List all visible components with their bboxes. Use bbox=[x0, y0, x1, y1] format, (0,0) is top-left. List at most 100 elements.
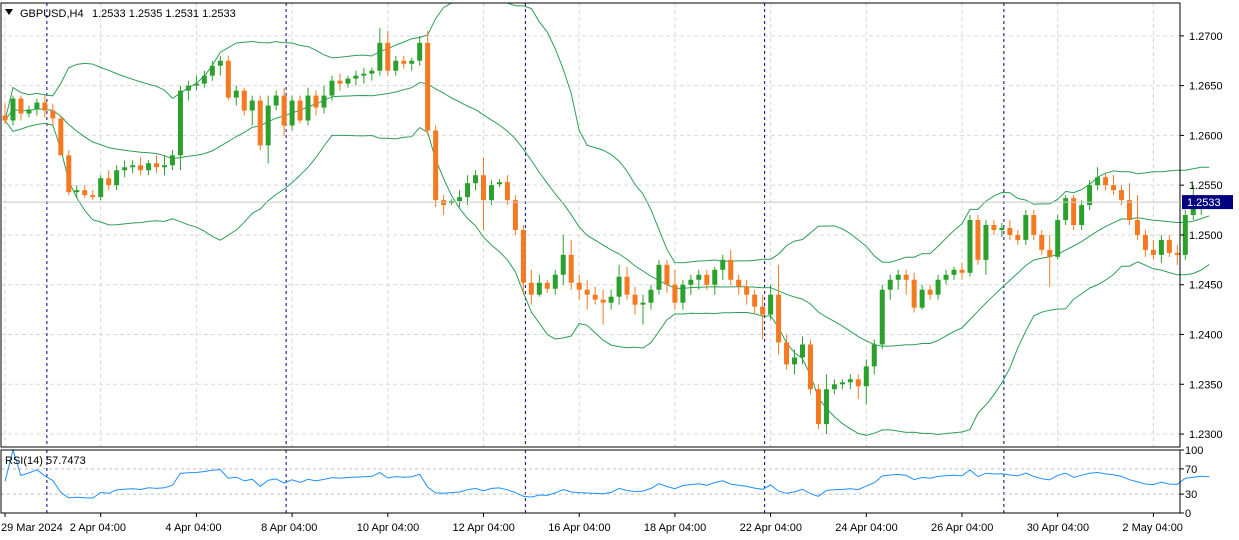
candle-body bbox=[696, 274, 702, 280]
candle-body bbox=[377, 42, 383, 71]
candle-body bbox=[34, 102, 40, 110]
candle-body bbox=[1095, 177, 1101, 186]
candle-body bbox=[975, 220, 981, 260]
candle-body bbox=[273, 95, 279, 106]
candle-body bbox=[584, 289, 590, 295]
y-tick-label: 1.2350 bbox=[1189, 379, 1223, 391]
candle-body bbox=[1119, 190, 1124, 201]
labels: GBPUSD,H4 1.2533 1.2535 1.2531 1.2533 RS… bbox=[5, 8, 236, 467]
candle-body bbox=[289, 100, 295, 126]
candle-body bbox=[26, 109, 32, 114]
candle-body bbox=[919, 289, 925, 308]
candle-body bbox=[1134, 220, 1140, 235]
candle-body bbox=[776, 294, 782, 343]
x-tick-label: 2 May 04:00 bbox=[1122, 522, 1183, 534]
candle-body bbox=[831, 384, 837, 390]
candle-body bbox=[720, 259, 726, 270]
candle-body bbox=[74, 190, 80, 193]
rsi-label: RSI(14) 57.7473 bbox=[5, 455, 86, 467]
x-tick-label: 24 Apr 04:00 bbox=[835, 522, 897, 534]
y-tick-label: 1.2400 bbox=[1189, 330, 1223, 342]
candle-body bbox=[433, 130, 439, 201]
candle-body bbox=[58, 118, 64, 156]
candle-body bbox=[82, 190, 88, 196]
candle-body bbox=[664, 264, 670, 285]
x-tick-label: 10 Apr 04:00 bbox=[357, 522, 419, 534]
candle-body bbox=[528, 282, 534, 295]
candle-body bbox=[138, 165, 144, 171]
rsi-panel bbox=[1, 448, 1210, 499]
candle-body bbox=[465, 183, 471, 198]
candle-body bbox=[329, 80, 335, 96]
candle-body bbox=[154, 163, 160, 168]
candle-body bbox=[999, 227, 1005, 230]
candle-body bbox=[50, 110, 56, 119]
candle-body bbox=[943, 274, 949, 280]
candle-body bbox=[321, 95, 327, 108]
candle-body bbox=[576, 282, 582, 290]
rsi-line bbox=[4, 448, 1210, 499]
candles bbox=[2, 27, 1212, 435]
x-tick-label: 16 Apr 04:00 bbox=[548, 522, 610, 534]
x-tick-label: 30 Apr 04:00 bbox=[1027, 522, 1089, 534]
candle-body bbox=[209, 65, 215, 76]
candle-body bbox=[792, 357, 798, 365]
y-tick-label: 1.2650 bbox=[1189, 81, 1223, 93]
candle-body bbox=[10, 98, 16, 121]
candle-body bbox=[656, 264, 662, 290]
candle-body bbox=[839, 382, 845, 385]
candle-body bbox=[879, 289, 885, 345]
rsi-y-tick-label: 70 bbox=[1185, 464, 1197, 476]
candle-body bbox=[592, 294, 598, 300]
candle-body bbox=[481, 175, 486, 201]
candle-body bbox=[496, 182, 502, 185]
candle-body bbox=[632, 294, 638, 305]
candle-body bbox=[401, 60, 407, 64]
x-tick-label: 8 Apr 04:00 bbox=[261, 522, 317, 534]
candle-body bbox=[114, 170, 120, 186]
candle-body bbox=[736, 279, 742, 287]
candle-body bbox=[568, 254, 574, 283]
candle-body bbox=[784, 342, 790, 365]
candle-body bbox=[249, 100, 255, 111]
candle-body bbox=[409, 60, 415, 64]
candle-body bbox=[361, 73, 367, 76]
candle-body bbox=[895, 274, 901, 280]
candle-body bbox=[1111, 185, 1117, 191]
candle-body bbox=[600, 299, 606, 303]
chart-menu-arrow-icon[interactable] bbox=[5, 9, 13, 15]
candle-body bbox=[1039, 234, 1045, 250]
candle-body bbox=[704, 274, 710, 285]
y-tick-label: 1.2600 bbox=[1189, 130, 1223, 142]
candle-body bbox=[185, 85, 191, 91]
candle-body bbox=[744, 286, 750, 295]
candle-body bbox=[90, 195, 96, 198]
current-price-label: 1.2533 bbox=[1187, 197, 1221, 209]
candle-body bbox=[98, 178, 104, 198]
candle-body bbox=[680, 284, 686, 303]
rsi-y-tick-label: 100 bbox=[1185, 445, 1203, 457]
candle-body bbox=[536, 282, 542, 295]
candle-body bbox=[42, 102, 48, 111]
price-chart[interactable]: 1.2700 1.2650 1.2600 1.2550 1.2500 1.2450 1.24… bbox=[0, 0, 1239, 540]
candle-body bbox=[1103, 177, 1109, 186]
candle-body bbox=[233, 90, 239, 98]
candle-body bbox=[162, 165, 167, 168]
candle-body bbox=[488, 185, 494, 201]
rsi-panel-frame bbox=[0, 449, 1181, 514]
candle-body bbox=[425, 42, 431, 131]
candle-body bbox=[385, 42, 391, 71]
x-tick-label: 29 Mar 2024 bbox=[1, 522, 63, 534]
x-tick-label: 26 Apr 04:00 bbox=[931, 522, 993, 534]
candle-body bbox=[1079, 205, 1085, 225]
candle-body bbox=[512, 200, 518, 230]
ohlc-header: 1.2533 1.2535 1.2531 1.2533 bbox=[92, 8, 236, 20]
candle-body bbox=[457, 197, 463, 202]
candle-body bbox=[800, 344, 805, 358]
candle-body bbox=[616, 276, 622, 297]
candle-body bbox=[1007, 227, 1013, 235]
candle-body bbox=[847, 379, 853, 383]
candle-body bbox=[552, 274, 558, 289]
candle-body bbox=[18, 98, 24, 114]
candle-body bbox=[281, 95, 287, 126]
